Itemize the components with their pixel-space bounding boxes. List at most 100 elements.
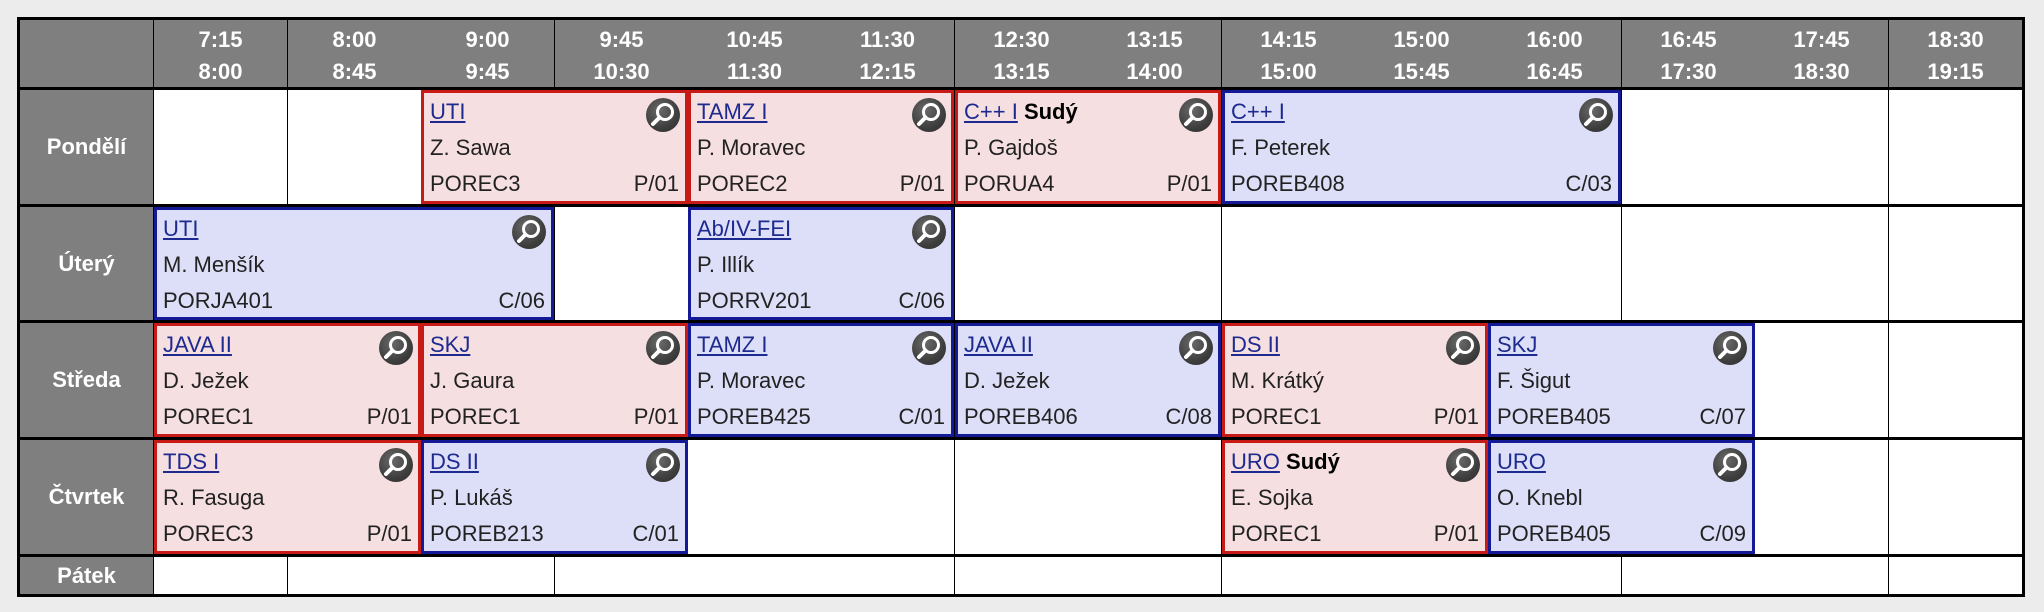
slot-start-time: 8:00 [332, 27, 377, 52]
course-title: DS II [1231, 331, 1280, 359]
course-link[interactable]: UTI [430, 99, 465, 124]
slot-start-time: 16:45 [1660, 27, 1717, 52]
course-link[interactable]: C++ I [1231, 99, 1285, 124]
course-link[interactable]: URO [1231, 449, 1280, 474]
magnifier-icon[interactable] [912, 331, 946, 365]
empty-slot-cell [1755, 90, 1888, 204]
teacher-name: P. Lukáš [430, 485, 513, 510]
group-code: P/01 [899, 171, 945, 196]
time-slot-header: 16:00 16:45 [1488, 20, 1621, 87]
day-label: Středa [20, 323, 153, 437]
room-code: POREB408 [1231, 171, 1345, 196]
teacher-name: M. Menšík [163, 252, 265, 277]
slot-start-time: 18:30 [1927, 27, 1984, 52]
course-link[interactable]: C++ I [964, 99, 1018, 124]
slot-end-time: 19:15 [1927, 59, 1984, 84]
time-slot-header: 9:45 10:30 [555, 20, 688, 87]
slot-end-time: 8:00 [198, 59, 243, 84]
magnifier-icon[interactable] [1179, 98, 1213, 132]
course-link[interactable]: DS II [430, 449, 479, 474]
day-label: Úterý [20, 207, 153, 320]
course-title: TAMZ I [697, 331, 767, 359]
slot-end-time: 9:45 [465, 59, 510, 84]
lecture-block: JAVA II D. Ježek POREC1 P/01 [154, 323, 421, 437]
teacher-name: F. Šigut [1497, 368, 1571, 393]
empty-slot-cell [1088, 440, 1221, 554]
magnifier-icon[interactable] [512, 215, 546, 249]
magnifier-icon[interactable] [1713, 331, 1747, 365]
empty-slot-cell [154, 90, 287, 204]
course-link[interactable]: JAVA II [964, 332, 1033, 357]
time-slot-header: 7:15 8:00 [154, 20, 287, 87]
course-link[interactable]: TDS I [163, 449, 219, 474]
slot-end-time: 15:00 [1260, 59, 1317, 84]
group-code: P/01 [633, 404, 679, 429]
magnifier-icon[interactable] [379, 331, 413, 365]
teacher-name: D. Ježek [163, 368, 249, 393]
room-code: POREC1 [1231, 521, 1322, 546]
exercise-block: Ab/IV-FEI P. Illík PORRV201 C/06 [688, 207, 954, 320]
slot-end-time: 13:15 [993, 59, 1050, 84]
magnifier-icon[interactable] [912, 215, 946, 249]
course-link[interactable]: Ab/IV-FEI [697, 216, 791, 241]
magnifier-icon[interactable] [379, 448, 413, 482]
empty-slot-cell [421, 557, 554, 594]
group-code: C/01 [632, 521, 679, 546]
group-code: C/07 [1699, 404, 1746, 429]
slot-end-time: 11:30 [726, 59, 783, 84]
slot-start-time: 17:45 [1793, 27, 1850, 52]
lecture-block: SKJ J. Gaura POREC1 P/01 [421, 323, 688, 437]
exercise-block: C++ I F. Peterek POREB408 C/03 [1222, 90, 1621, 204]
group-code: P/01 [366, 521, 412, 546]
magnifier-icon[interactable] [1179, 331, 1213, 365]
empty-slot-cell [1755, 440, 1888, 554]
course-title: C++ I Sudý [964, 98, 1078, 126]
empty-slot-cell [1622, 207, 1755, 320]
slot-start-time: 9:45 [599, 27, 644, 52]
course-link[interactable]: TAMZ I [697, 332, 767, 357]
course-title: URO Sudý [1231, 448, 1340, 476]
magnifier-icon[interactable] [1713, 448, 1747, 482]
room-code: POREB213 [430, 521, 544, 546]
lecture-block: UTI Z. Sawa POREC3 P/01 [421, 90, 688, 204]
room-code: PORJA401 [163, 288, 274, 313]
magnifier-icon[interactable] [1446, 448, 1480, 482]
course-link[interactable]: DS II [1231, 332, 1280, 357]
day-label: Pondělí [20, 90, 153, 204]
course-title: URO [1497, 448, 1546, 476]
course-link[interactable]: UTI [163, 216, 198, 241]
slot-end-time: 8:45 [332, 59, 377, 84]
magnifier-icon[interactable] [646, 98, 680, 132]
empty-slot-cell [1088, 207, 1221, 320]
slot-start-time: 9:00 [465, 27, 510, 52]
empty-slot-cell [555, 207, 688, 320]
empty-slot-cell [1889, 90, 2022, 204]
empty-slot-cell [1889, 440, 2022, 554]
magnifier-icon[interactable] [912, 98, 946, 132]
empty-slot-cell [955, 207, 1088, 320]
magnifier-icon[interactable] [1579, 98, 1613, 132]
room-code: POREB406 [964, 404, 1078, 429]
timetable-grid: 7:15 8:00 8:00 8:45 9:00 9:45 9:45 10:30 10:45 11… [17, 17, 2025, 597]
course-title: SKJ [1497, 331, 1537, 359]
group-code: C/09 [1699, 521, 1746, 546]
time-slot-header: 10:45 11:30 [688, 20, 821, 87]
empty-slot-cell [154, 557, 287, 594]
group-code: C/01 [898, 404, 945, 429]
course-title: UTI [163, 215, 198, 243]
magnifier-icon[interactable] [1446, 331, 1480, 365]
course-title: Ab/IV-FEI [697, 215, 791, 243]
magnifier-icon[interactable] [646, 448, 680, 482]
course-link[interactable]: TAMZ I [697, 99, 767, 124]
course-link[interactable]: URO [1497, 449, 1546, 474]
course-link[interactable]: SKJ [430, 332, 470, 357]
room-code: POREC1 [163, 404, 254, 429]
magnifier-icon[interactable] [646, 331, 680, 365]
course-link[interactable]: SKJ [1497, 332, 1537, 357]
course-link[interactable]: JAVA II [163, 332, 232, 357]
empty-slot-cell [1889, 323, 2022, 437]
teacher-name: M. Krátký [1231, 368, 1324, 393]
time-slot-header: 16:45 17:30 [1622, 20, 1755, 87]
lecture-block: URO Sudý E. Sojka POREC1 P/01 [1222, 440, 1488, 554]
empty-slot-cell [955, 440, 1088, 554]
